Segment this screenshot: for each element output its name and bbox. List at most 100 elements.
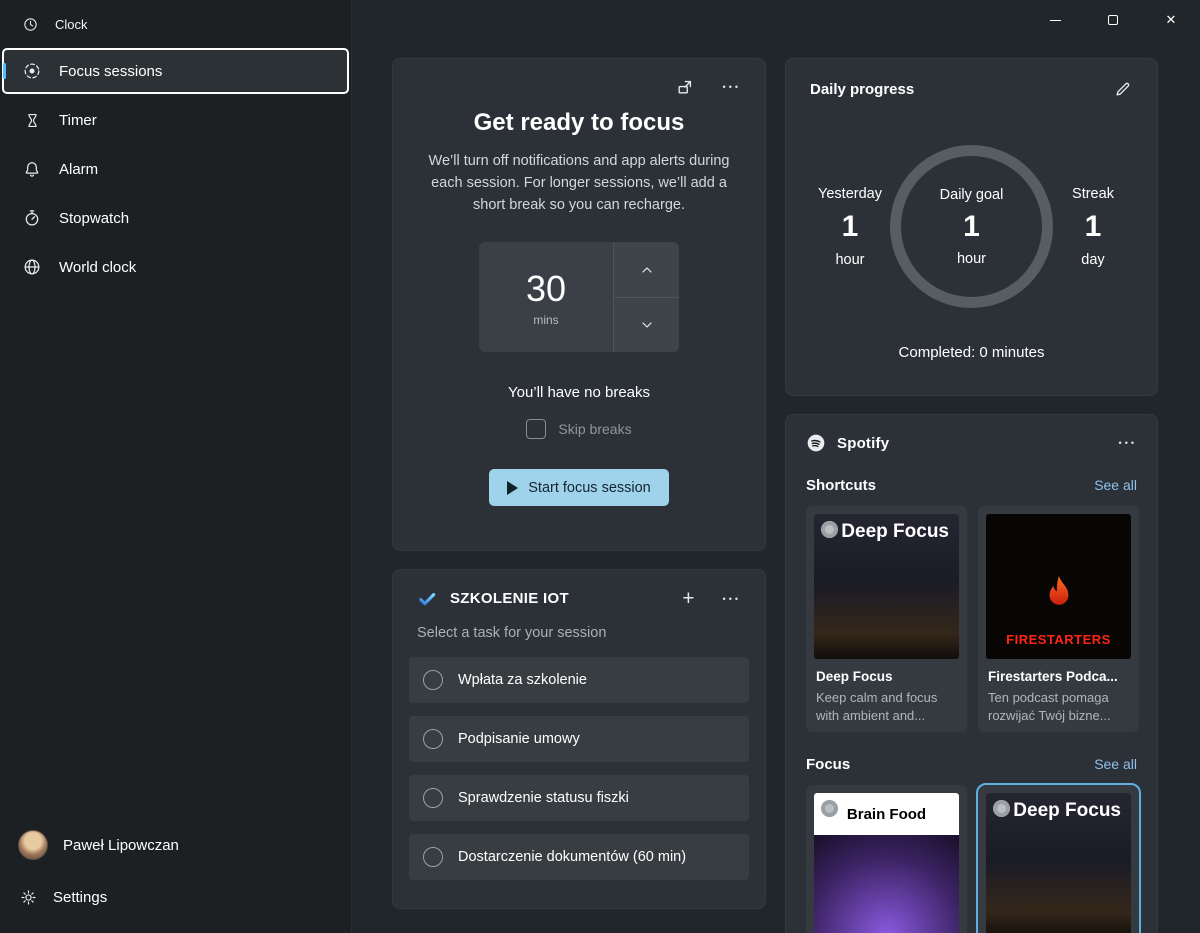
user-account-row[interactable]: Paweł Lipowczan xyxy=(2,821,349,869)
gear-icon xyxy=(18,887,38,907)
add-task-icon[interactable]: + xyxy=(682,588,694,609)
edit-pencil-icon[interactable] xyxy=(1113,79,1133,99)
task-row[interactable]: Wpłata za szkolenie xyxy=(409,657,749,703)
streak-unit: day xyxy=(1081,252,1104,268)
decrease-minutes-button[interactable] xyxy=(614,297,679,353)
streak-stat: Streak 1 day xyxy=(1053,186,1133,268)
skip-breaks-label: Skip breaks xyxy=(558,421,631,437)
sidebar-item-label: Stopwatch xyxy=(59,210,129,227)
sidebar-bottom: Paweł Lipowczan Settings xyxy=(0,821,351,933)
hourglass-icon xyxy=(22,110,42,130)
start-button-label: Start focus session xyxy=(528,480,651,496)
sidebar-item-label: Focus sessions xyxy=(59,63,162,80)
todo-tasks-card: SZKOLENIE IOT + ••• Select a task for yo… xyxy=(392,569,766,909)
tasks-actions: + ••• xyxy=(682,588,741,609)
minutes-value: 30 xyxy=(526,268,566,310)
sidebar-item-stopwatch[interactable]: Stopwatch xyxy=(2,195,349,241)
minimize-button[interactable] xyxy=(1026,0,1084,40)
goal-label: Daily goal xyxy=(940,187,1004,203)
task-row[interactable]: Sprawdzenie statusu fiszki xyxy=(409,775,749,821)
sidebar-item-world-clock[interactable]: World clock xyxy=(2,244,349,290)
sidebar-item-settings[interactable]: Settings xyxy=(2,873,349,921)
playlist-cover-image: Deep Focus xyxy=(986,793,1131,933)
task-label: Dostarczenie dokumentów (60 min) xyxy=(458,849,686,865)
playlist-cover-image: FIRESTARTERS xyxy=(986,514,1131,659)
clock-app-icon xyxy=(20,14,40,34)
clock-app-window: Clock Focus sessions Timer Alarm xyxy=(0,0,1200,933)
close-icon: ✕ xyxy=(1166,12,1177,28)
minutes-value-area[interactable]: 30 mins xyxy=(479,242,613,352)
more-options-icon[interactable]: ••• xyxy=(723,82,741,92)
sidebar-item-label: World clock xyxy=(59,259,136,276)
sidebar-nav: Focus sessions Timer Alarm Stopwatch xyxy=(0,48,351,290)
popout-icon[interactable] xyxy=(675,77,695,97)
task-row[interactable]: Podpisanie umowy xyxy=(409,716,749,762)
app-title: Clock xyxy=(55,17,88,32)
daily-progress-stats: Yesterday 1 hour Daily goal 1 hour Strea… xyxy=(810,145,1133,308)
playlist-tile-brain-food[interactable]: Brain Food xyxy=(806,785,967,933)
playlist-tile-deep-focus-selected[interactable]: Deep Focus xyxy=(978,785,1139,933)
playlist-tile-deep-focus[interactable]: Deep Focus Deep Focus Keep calm and focu… xyxy=(806,506,967,732)
playlist-cover-image: Deep Focus xyxy=(814,514,959,659)
task-label: Podpisanie umowy xyxy=(458,731,580,747)
more-options-icon[interactable]: ••• xyxy=(723,594,741,604)
play-icon xyxy=(507,481,518,495)
page-content: ••• Get ready to focus We’ll turn off no… xyxy=(352,40,1200,933)
task-list: Wpłata za szkolenie Podpisanie umowy Spr… xyxy=(409,657,749,880)
focus-tiles: Brain Food Deep Focus xyxy=(806,785,1137,933)
task-row[interactable]: Dostarczenie dokumentów (60 min) xyxy=(409,834,749,880)
playlist-tile-firestarters[interactable]: FIRESTARTERS Firestarters Podca... Ten p… xyxy=(978,506,1139,732)
yesterday-unit: hour xyxy=(835,252,864,268)
chevron-up-icon xyxy=(637,260,657,280)
streak-label: Streak xyxy=(1072,186,1114,202)
maximize-button[interactable] xyxy=(1084,0,1142,40)
sidebar-item-label: Timer xyxy=(59,112,97,129)
skip-breaks-row: Skip breaks xyxy=(417,419,741,439)
sidebar: Clock Focus sessions Timer Alarm xyxy=(0,0,352,933)
flame-icon xyxy=(1030,570,1088,628)
shortcuts-section-header: Shortcuts See all xyxy=(806,477,1137,494)
globe-icon xyxy=(22,257,42,277)
app-header: Clock xyxy=(0,10,351,48)
sidebar-item-timer[interactable]: Timer xyxy=(2,97,349,143)
task-list-title: SZKOLENIE IOT xyxy=(450,590,682,607)
spotify-brand: Spotify xyxy=(837,435,1108,452)
focus-session-card: ••• Get ready to focus We’ll turn off no… xyxy=(392,58,766,551)
playlist-badge-icon xyxy=(993,800,1010,817)
playlist-title: Deep Focus xyxy=(814,669,959,684)
minutes-unit: mins xyxy=(533,313,558,327)
sidebar-item-alarm[interactable]: Alarm xyxy=(2,146,349,192)
task-radio[interactable] xyxy=(423,670,443,690)
spotify-logo-icon xyxy=(806,433,826,453)
settings-label: Settings xyxy=(53,889,107,906)
focus-heading: Focus xyxy=(806,756,850,773)
shortcuts-see-all-link[interactable]: See all xyxy=(1094,477,1137,493)
start-focus-session-button[interactable]: Start focus session xyxy=(489,469,669,506)
cover-image-text: Deep Focus xyxy=(1013,801,1121,821)
avatar xyxy=(18,830,48,860)
daily-progress-title: Daily progress xyxy=(810,81,914,98)
cover-image-text: FIRESTARTERS xyxy=(1006,632,1111,647)
stepper-buttons xyxy=(613,242,679,352)
more-options-icon[interactable]: ••• xyxy=(1119,438,1137,448)
cover-image-text: Deep Focus xyxy=(841,522,949,542)
playlist-badge-icon xyxy=(821,800,838,817)
focus-see-all-link[interactable]: See all xyxy=(1094,756,1137,772)
yesterday-label: Yesterday xyxy=(818,186,882,202)
focus-card-toolbar: ••• xyxy=(417,73,741,101)
sidebar-item-focus-sessions[interactable]: Focus sessions xyxy=(2,48,349,94)
minutes-stepper: 30 mins xyxy=(479,242,679,352)
task-radio[interactable] xyxy=(423,788,443,808)
task-radio[interactable] xyxy=(423,847,443,867)
main-area: ✕ ••• Get ready to focus We’ll turn off … xyxy=(352,0,1200,933)
skip-breaks-checkbox[interactable] xyxy=(526,419,546,439)
tasks-header: SZKOLENIE IOT + ••• xyxy=(409,588,749,609)
stopwatch-icon xyxy=(22,208,42,228)
task-label: Sprawdzenie statusu fiszki xyxy=(458,790,629,806)
streak-value: 1 xyxy=(1085,212,1102,242)
task-radio[interactable] xyxy=(423,729,443,749)
increase-minutes-button[interactable] xyxy=(614,242,679,297)
yesterday-stat: Yesterday 1 hour xyxy=(810,186,890,268)
close-button[interactable]: ✕ xyxy=(1142,0,1200,40)
focus-card-description: We’ll turn off notifications and app ale… xyxy=(418,151,740,216)
